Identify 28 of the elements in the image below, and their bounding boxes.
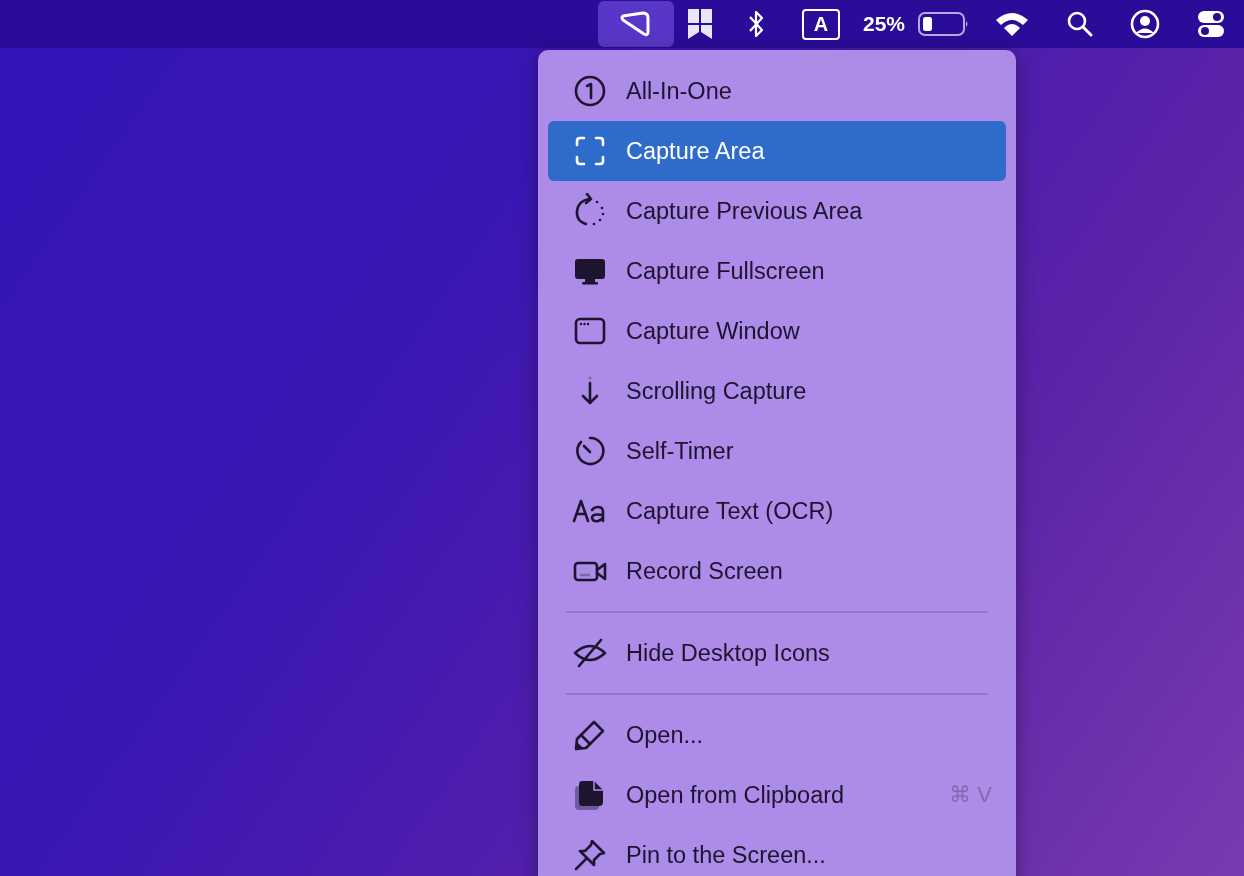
menu-item[interactable]: Capture Text (OCR) <box>548 481 1006 541</box>
menu-bar-item[interactable]: 25% <box>856 1 912 47</box>
menu-item[interactable]: Scrolling Capture <box>548 361 1006 421</box>
bookmark-icon <box>687 8 713 40</box>
user-icon <box>1130 9 1160 39</box>
bluetooth-icon <box>747 9 765 39</box>
input-source-label: A <box>801 8 841 40</box>
menu-item[interactable]: Capture Fullscreen <box>548 241 1006 301</box>
menu-item[interactable]: Pin to the Screen... <box>548 825 1006 876</box>
menu-bar-item[interactable] <box>598 1 674 47</box>
menu-item[interactable]: Self-Timer <box>548 421 1006 481</box>
menu-item[interactable]: Capture Area <box>548 121 1006 181</box>
search-icon <box>1066 10 1094 38</box>
pushpin-icon <box>572 837 608 873</box>
battery-percentage: 25% <box>863 12 905 36</box>
wifi-icon <box>994 10 1030 38</box>
menu-item[interactable]: Hide Desktop Icons <box>548 623 1006 683</box>
toggle-icon <box>1197 10 1225 38</box>
menu-item[interactable]: Record Screen <box>548 541 1006 601</box>
menu-item[interactable]: Capture Window <box>548 301 1006 361</box>
shortcut-hint: ⌘ V <box>949 782 993 808</box>
menu-item[interactable]: Open from Clipboard ⌘ V <box>548 765 1006 825</box>
menu-item[interactable]: Open... <box>548 705 1006 765</box>
menu-bar-item[interactable]: A <box>786 1 856 47</box>
number-one-icon <box>572 73 608 109</box>
menu-item[interactable]: All-In-One <box>548 61 1006 121</box>
menu-item[interactable]: Capture Previous Area <box>548 181 1006 241</box>
battery-icon <box>918 12 970 36</box>
